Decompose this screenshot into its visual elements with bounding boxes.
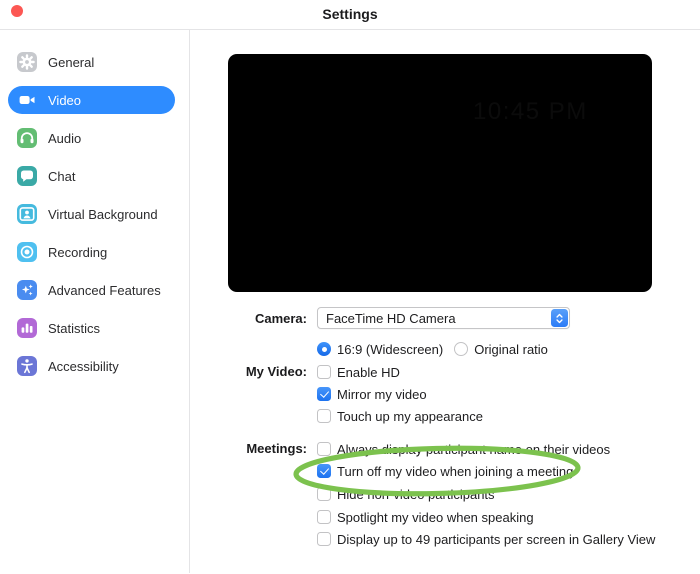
accessibility-icon [17,356,37,376]
checkbox-label: Spotlight my video when speaking [337,509,534,525]
radio-16-9-widescreen[interactable] [317,342,331,356]
checkbox-label: Touch up my appearance [337,408,483,424]
checkbox-mirror-my-video[interactable] [317,387,331,401]
sidebar-item-general[interactable]: General [0,43,189,81]
video-camera-icon [17,90,37,110]
checkbox-enable-hd[interactable] [317,365,331,379]
checkbox-touch-up-appearance[interactable] [317,409,331,423]
checkbox-always-display-name[interactable] [317,442,331,456]
radio-original-ratio[interactable] [454,342,469,356]
sidebar-item-label: Advanced Features [48,282,161,298]
close-button[interactable] [11,5,23,17]
sidebar-item-accessibility[interactable]: Accessibility [0,347,189,385]
sidebar-item-video[interactable]: Video [0,81,189,119]
checkbox-row-display-49-participants[interactable]: Display up to 49 participants per screen… [317,531,655,547]
chat-bubble-icon [17,166,37,186]
sidebar-item-label: Recording [48,244,108,260]
sidebar-item-virtual-background[interactable]: Virtual Background [0,195,189,233]
camera-label: Camera: [254,311,307,326]
sidebar-item-advanced-features[interactable]: Advanced Features [0,271,189,309]
sidebar-item-label: Audio [48,130,82,146]
headphones-icon [17,128,37,148]
video-settings-panel: 10:45 PM Camera: FaceTime HD Camera 16:9… [190,30,700,573]
sidebar-item-label: Video [48,92,82,108]
gear-icon [17,52,37,72]
sidebar-item-recording[interactable]: Recording [0,233,189,271]
checkbox-row-spotlight-my-video[interactable]: Spotlight my video when speaking [317,509,534,525]
checkbox-label: Always display participant name on their… [337,441,611,457]
sparkles-icon [17,280,37,300]
checkbox-label: Display up to 49 participants per screen… [337,531,656,547]
meetings-label: Meetings: [246,441,307,456]
settings-sidebar: General Video Audio Chat Virtual Backgro… [0,30,190,573]
checkbox-row-hide-non-video[interactable]: Hide non-video participants [317,486,495,502]
bar-chart-icon [17,318,37,338]
radio-label: Original ratio [474,341,548,357]
sidebar-item-label: General [48,54,95,70]
my-video-label: My Video: [245,364,307,379]
checkbox-row-mirror-my-video[interactable]: Mirror my video [317,386,427,402]
checkbox-display-49-participants[interactable] [317,532,331,546]
sidebar-item-chat[interactable]: Chat [0,157,189,195]
checkbox-row-touch-up-appearance[interactable]: Touch up my appearance [317,408,483,424]
chevron-up-down-icon [550,309,568,327]
checkbox-turn-off-video-joining[interactable] [317,464,331,478]
sidebar-item-label: Virtual Background [48,206,158,222]
sidebar-item-label: Chat [48,168,76,184]
preview-clock-text: 10:45 PM [473,98,588,126]
record-icon [17,242,37,262]
checkbox-label: Mirror my video [337,386,427,402]
sidebar-item-label: Statistics [48,320,101,336]
camera-preview: 10:45 PM [228,54,652,292]
checkbox-row-enable-hd[interactable]: Enable HD [317,364,400,380]
checkbox-row-turn-off-video-joining[interactable]: Turn off my video when joining a meeting [317,463,573,479]
person-frame-icon [17,204,37,224]
window-titlebar: Settings [0,0,700,30]
sidebar-item-statistics[interactable]: Statistics [0,309,189,347]
checkbox-label: Enable HD [337,364,400,380]
checkbox-hide-non-video[interactable] [317,487,331,501]
aspect-ratio-group: 16:9 (Widescreen) Original ratio [317,341,548,357]
radio-label: 16:9 (Widescreen) [337,341,444,357]
camera-select-value: FaceTime HD Camera [326,310,456,326]
checkbox-spotlight-my-video[interactable] [317,510,331,524]
checkbox-row-always-display-name[interactable]: Always display participant name on their… [317,441,610,457]
checkbox-label: Turn off my video when joining a meeting [337,463,574,479]
checkbox-label: Hide non-video participants [337,486,495,502]
sidebar-item-audio[interactable]: Audio [0,119,189,157]
window-title: Settings [322,6,378,22]
camera-select[interactable]: FaceTime HD Camera [317,307,570,329]
sidebar-item-label: Accessibility [48,358,119,374]
